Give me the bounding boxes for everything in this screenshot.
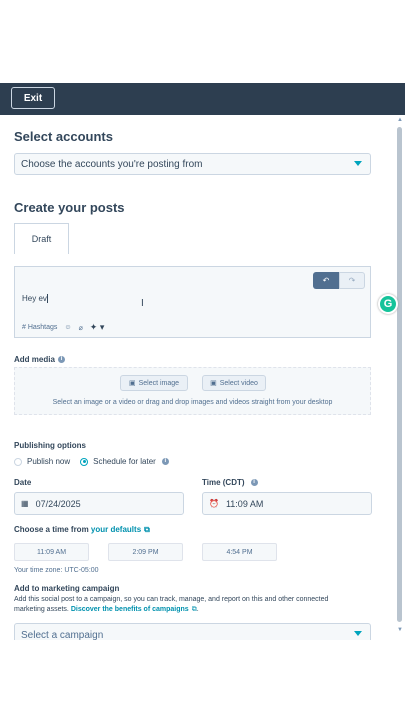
publishing-radio-group: Publish now Schedule for later i [14, 457, 169, 466]
time-slot-2[interactable]: 2:09 PM [108, 543, 183, 561]
external-link-icon[interactable]: ⧉ [144, 525, 150, 534]
choose-time-label: Choose a time from your defaults ⧉ [14, 525, 150, 535]
your-defaults-link[interactable]: your defaults [91, 525, 141, 534]
select-image-label: Select image [138, 379, 180, 387]
publishing-options-label: Publishing options [14, 441, 86, 450]
scroll-up-arrow-icon[interactable]: ▲ [397, 117, 403, 123]
attachment-icon[interactable]: ⌀ [79, 324, 83, 332]
redo-icon: ↷ [348, 276, 356, 285]
time-label: Time (CDT) i [202, 478, 258, 487]
text-cursor-icon: I [141, 298, 144, 309]
campaign-benefits-link[interactable]: Discover the benefits of campaigns [71, 606, 189, 613]
time-slot-1[interactable]: 11:09 AM [14, 543, 89, 561]
choose-time-prefix: Choose a time from [14, 525, 91, 534]
image-icon: ▣ [128, 380, 136, 387]
post-text[interactable]: Hey ev [22, 294, 48, 304]
scrollbar[interactable]: ▲ ▼ [395, 115, 405, 640]
add-media-text: Add media [14, 355, 55, 364]
select-image-button[interactable]: ▣ Select image [120, 375, 188, 391]
period: . [196, 606, 199, 613]
time-field[interactable]: ⏰ 11:09 AM [202, 492, 372, 515]
media-hint: Select an image or a video or drag and d… [52, 399, 333, 406]
publish-now-label[interactable]: Publish now [27, 457, 70, 466]
campaign-select[interactable]: Select a campaign [14, 623, 371, 640]
timezone-note: Your time zone: UTC-05:00 [14, 567, 99, 574]
emoji-icon[interactable]: ☺ [64, 324, 71, 331]
time-label-text: Time (CDT) [202, 478, 245, 487]
info-icon[interactable]: i [57, 356, 65, 364]
media-dropzone[interactable]: ▣ Select image ▣ Select video Select an im… [14, 367, 371, 415]
campaign-select-placeholder: Select a campaign [21, 629, 104, 641]
exit-button[interactable]: Exit [11, 87, 55, 109]
scrollbar-thumb[interactable] [397, 127, 402, 622]
calendar-icon: ▦ [21, 499, 29, 508]
scroll-down-arrow-icon[interactable]: ▼ [397, 627, 403, 633]
accounts-select-placeholder: Choose the accounts you're posting from [21, 158, 203, 170]
time-slot-3[interactable]: 4:54 PM [202, 543, 277, 561]
chevron-down-icon [354, 161, 362, 166]
ai-sparkle-icon[interactable]: ✦ ▾ [90, 322, 105, 333]
radio-schedule-later[interactable] [80, 457, 89, 466]
create-posts-heading: Create your posts [14, 200, 125, 215]
date-value: 07/24/2025 [35, 498, 81, 509]
compose-panel: Select accounts Choose the accounts you'… [0, 115, 395, 640]
select-video-label: Select video [219, 379, 258, 387]
info-icon[interactable]: i [161, 458, 169, 465]
date-field[interactable]: ▦ 07/24/2025 [14, 492, 184, 515]
schedule-later-label[interactable]: Schedule for later [93, 457, 156, 466]
post-text-content: Hey ev [22, 294, 47, 303]
undo-button[interactable]: ↶ [313, 272, 339, 289]
text-caret [46, 294, 48, 304]
accounts-select[interactable]: Choose the accounts you're posting from [14, 153, 371, 175]
editor-toolbar: # Hashtags ☺ ⌀ ✦ ▾ [22, 322, 104, 333]
grammarly-icon[interactable]: G [378, 294, 398, 314]
select-video-button[interactable]: ▣ Select video [202, 375, 266, 391]
clock-icon: ⏰ [209, 499, 219, 508]
tab-draft[interactable]: Draft [14, 223, 69, 254]
select-accounts-heading: Select accounts [14, 129, 113, 144]
info-icon[interactable]: i [250, 479, 258, 487]
undo-icon: ↶ [322, 276, 330, 285]
date-label: Date [14, 478, 32, 487]
campaign-description: Add this social post to a campaign, so y… [14, 595, 354, 615]
redo-button[interactable]: ↷ [339, 272, 365, 289]
chevron-down-icon [354, 631, 362, 636]
hashtags-button[interactable]: # Hashtags [22, 324, 57, 331]
time-value: 11:09 AM [225, 498, 264, 509]
post-editor[interactable]: ↶ ↷ Hey ev I # Hashtags ☺ ⌀ ✦ ▾ [14, 266, 371, 338]
add-media-label: Add media i [14, 355, 65, 364]
video-icon: ▣ [210, 380, 217, 387]
radio-publish-now[interactable] [14, 457, 22, 466]
top-bar: Exit [0, 83, 405, 115]
campaign-label: Add to marketing campaign [14, 584, 120, 593]
